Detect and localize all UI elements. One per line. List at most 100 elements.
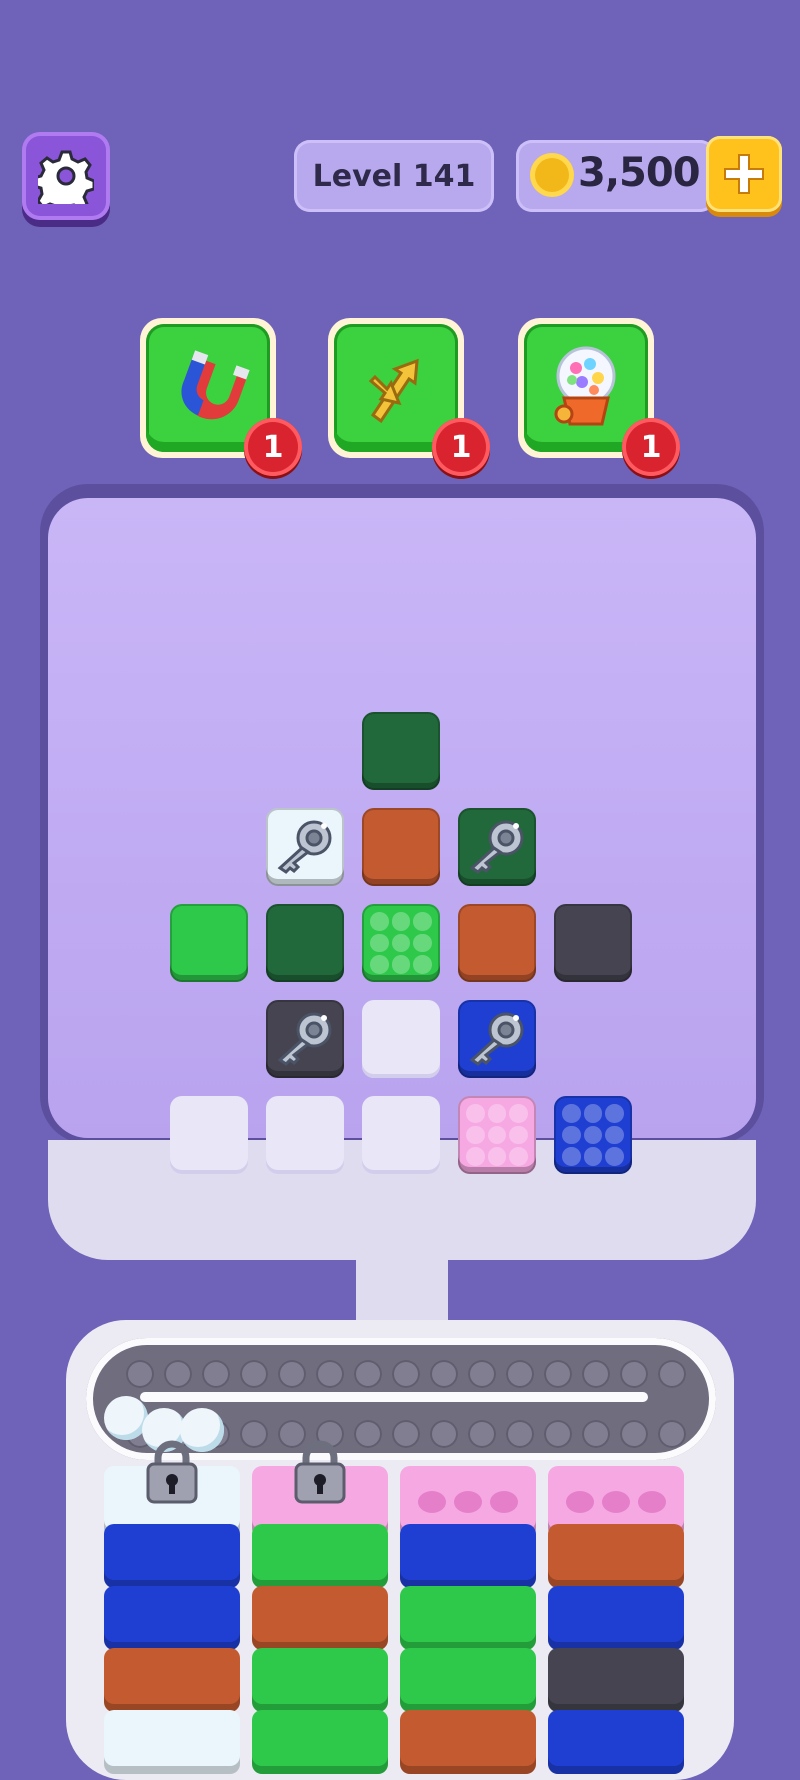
conveyor-slot xyxy=(316,1360,344,1388)
empty-cell xyxy=(362,1000,440,1078)
column-block xyxy=(400,1648,536,1712)
dark-green-tile[interactable] xyxy=(266,904,344,982)
stud xyxy=(583,1125,603,1145)
column-block xyxy=(548,1710,684,1774)
stud xyxy=(413,912,432,931)
conveyor-slot xyxy=(582,1420,610,1448)
conveyor-slot xyxy=(392,1420,420,1448)
conveyor-slot xyxy=(430,1360,458,1388)
conveyor-slot xyxy=(240,1420,268,1448)
conveyor-slot xyxy=(658,1420,686,1448)
gear-icon xyxy=(38,150,94,204)
column-block xyxy=(104,1586,240,1650)
orange-tile[interactable] xyxy=(458,904,536,982)
column-block xyxy=(252,1586,388,1650)
dark-green-tile[interactable] xyxy=(458,808,536,886)
gumball-count: 1 xyxy=(640,429,662,465)
stud xyxy=(562,1104,581,1123)
dark-gray-tile[interactable] xyxy=(266,1000,344,1078)
stud xyxy=(605,1104,624,1123)
column-block xyxy=(400,1524,536,1588)
magnet-count: 1 xyxy=(262,429,284,465)
dark-green-tile[interactable] xyxy=(362,712,440,790)
hole xyxy=(490,1491,518,1513)
hole xyxy=(566,1491,594,1513)
hole xyxy=(638,1491,666,1513)
plus-icon xyxy=(724,154,764,194)
magnet-icon xyxy=(181,350,250,420)
key-icon xyxy=(272,1008,338,1070)
stud xyxy=(605,1147,624,1166)
key-icon xyxy=(272,816,338,878)
key-icon xyxy=(464,1008,530,1070)
blue-tile[interactable] xyxy=(458,1000,536,1078)
conveyor-slot xyxy=(544,1360,572,1388)
shuffle-arrows-icon xyxy=(368,358,419,424)
conveyor-slot xyxy=(468,1360,496,1388)
pink-tile[interactable] xyxy=(458,1096,536,1174)
blue-tile[interactable] xyxy=(554,1096,632,1174)
conveyor-slot xyxy=(544,1420,572,1448)
empty-cell xyxy=(362,1096,440,1174)
conveyor-slot xyxy=(620,1360,648,1388)
level-label: Level 141 xyxy=(312,158,476,194)
conveyor-slot xyxy=(126,1360,154,1388)
column-block xyxy=(548,1586,684,1650)
dark-gray-tile[interactable] xyxy=(554,904,632,982)
stud xyxy=(391,912,411,931)
stud xyxy=(605,1125,624,1145)
conveyor-slot xyxy=(506,1420,534,1448)
conveyor-slot xyxy=(582,1360,610,1388)
light-green-tile[interactable] xyxy=(362,904,440,982)
gumball-count-badge: 1 xyxy=(622,418,680,476)
key-icon xyxy=(464,816,530,878)
stud xyxy=(583,1104,603,1123)
light-blue-white-tile[interactable] xyxy=(266,808,344,886)
level-indicator: Level 141 xyxy=(294,140,494,212)
shuffle-count: 1 xyxy=(450,429,472,465)
stud xyxy=(370,955,389,974)
stud xyxy=(466,1147,485,1166)
column-block xyxy=(252,1524,388,1588)
stud xyxy=(487,1125,507,1145)
conveyor-slot xyxy=(354,1420,382,1448)
light-green-tile[interactable] xyxy=(170,904,248,982)
add-coins-button[interactable] xyxy=(706,136,782,212)
column-block xyxy=(252,1710,388,1774)
conveyor-slot xyxy=(468,1420,496,1448)
hole xyxy=(454,1491,482,1513)
conveyor-slot xyxy=(506,1360,534,1388)
orange-tile[interactable] xyxy=(362,808,440,886)
stud xyxy=(487,1104,507,1123)
stud xyxy=(562,1147,581,1166)
column-block xyxy=(400,1710,536,1774)
lock-icon xyxy=(144,1440,200,1504)
hole xyxy=(418,1491,446,1513)
stud xyxy=(413,955,432,974)
conveyor-slot xyxy=(392,1360,420,1388)
stud xyxy=(370,912,389,931)
conveyor-slot xyxy=(620,1420,648,1448)
column-block xyxy=(104,1524,240,1588)
conveyor-slot xyxy=(278,1360,306,1388)
stud xyxy=(509,1125,528,1145)
conveyor-slot xyxy=(430,1420,458,1448)
stud xyxy=(509,1147,528,1166)
empty-cell xyxy=(266,1096,344,1174)
column-block xyxy=(252,1648,388,1712)
stud xyxy=(466,1104,485,1123)
gumball-machine-icon xyxy=(554,346,616,426)
lock-icon xyxy=(292,1440,348,1504)
stud xyxy=(487,1147,507,1166)
stud xyxy=(509,1104,528,1123)
conveyor-rail xyxy=(140,1392,648,1402)
coin-value: 3,500 xyxy=(578,150,701,196)
column-block xyxy=(548,1648,684,1712)
conveyor-slot xyxy=(658,1360,686,1388)
stud xyxy=(391,955,411,974)
empty-cell xyxy=(170,1096,248,1174)
stud xyxy=(391,933,411,953)
stud xyxy=(562,1125,581,1145)
column-block xyxy=(400,1586,536,1650)
settings-button[interactable] xyxy=(22,132,110,220)
